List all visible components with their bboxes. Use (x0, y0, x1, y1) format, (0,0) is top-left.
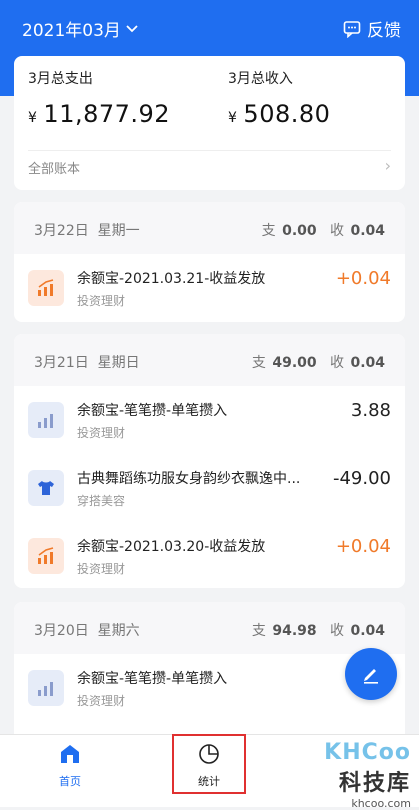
transaction-amount: -49.00 (332, 468, 391, 489)
day-date: 3月21日 星期日 (34, 355, 140, 371)
transaction-amount: +0.04 (335, 536, 391, 557)
transaction-category: 投资理财 (77, 694, 126, 708)
transaction-name: 余额宝-笔笔攒-单笔攒入 (77, 403, 228, 419)
watermark-name: 科技库 (338, 771, 411, 796)
transaction-category: 投资理财 (77, 294, 126, 308)
transaction-row[interactable]: 余额宝-2021.03.21-收益发放 投资理财 +0.04 (14, 254, 405, 322)
chart-up-icon (28, 538, 64, 574)
transaction-row[interactable]: 余额宝-笔笔攒-单笔攒入 投资理财 3.88 (14, 386, 405, 454)
income-label: 3月总收入 (228, 71, 293, 87)
month-label: 2021年03月 (22, 21, 121, 41)
expense-label: 3月总支出 (28, 71, 93, 87)
divider (28, 150, 391, 151)
day-header: 3月22日 星期一 支 0.00 收 0.04 (14, 202, 405, 254)
feedback-label: 反馈 (367, 21, 401, 41)
watermark: KHCoo 科技库 khcoo.com (324, 740, 411, 810)
transaction-category: 投资理财 (77, 562, 126, 576)
day-totals: 支 0.00 收 0.04 (261, 223, 385, 239)
transaction-name: 余额宝-2021.03.20-收益发放 (77, 539, 266, 555)
highlight-box (172, 734, 246, 794)
all-books-link[interactable]: 全部账本 (28, 158, 80, 177)
transaction-amount: +0.04 (335, 268, 391, 289)
day-totals: 支 94.98 收 0.04 (251, 623, 385, 639)
watermark-logo: KHCoo (324, 740, 411, 765)
day-group: 3月22日 星期一 支 0.00 收 0.04 余额宝-2021.03.21-收… (14, 202, 405, 322)
day-header: 3月21日 星期日 支 49.00 收 0.04 (14, 334, 405, 386)
transaction-name: 古典舞蹈练功服女身韵纱衣飘逸中... (77, 471, 301, 487)
income-summary: 3月总收入 ¥508.80 (228, 68, 330, 128)
pencil-icon (364, 669, 378, 684)
day-date: 3月20日 星期六 (34, 623, 140, 639)
tab-home[interactable]: 首页 (40, 743, 100, 789)
expense-value: 11,877.92 (43, 100, 171, 128)
transaction-amount: 3.88 (350, 400, 391, 421)
day-group: 3月21日 星期日 支 49.00 收 0.04 余额宝-笔笔攒-单笔攒入 投资… (14, 334, 405, 588)
expense-currency: ¥ (28, 110, 38, 126)
watermark-url: khcoo.com (351, 797, 411, 810)
chevron-down-icon (126, 24, 138, 32)
day-header: 3月20日 星期六 支 94.98 收 0.04 (14, 602, 405, 654)
feedback-button[interactable]: 反馈 (343, 16, 401, 41)
shirt-icon (28, 470, 64, 506)
month-selector[interactable]: 2021年03月 (22, 16, 139, 41)
expense-summary: 3月总支出 ¥11,877.92 (28, 68, 170, 128)
transaction-name: 余额宝-2021.03.21-收益发放 (77, 271, 266, 287)
chart-up-icon (28, 270, 64, 306)
transaction-row[interactable]: 余额宝-2021.03.20-收益发放 投资理财 +0.04 (14, 522, 405, 588)
transaction-name: 余额宝-笔笔攒-单笔攒入 (77, 671, 228, 687)
transaction-category: 穿搭美容 (77, 494, 126, 508)
monthly-summary-card: 3月总支出 ¥11,877.92 3月总收入 ¥508.80 全部账本 › (14, 56, 405, 190)
transaction-category: 投资理财 (77, 426, 126, 440)
tab-home-label: 首页 (59, 775, 81, 788)
home-icon (61, 745, 79, 763)
day-date: 3月22日 星期一 (34, 223, 140, 239)
expense-value-row: ¥11,877.92 (28, 100, 170, 128)
transaction-row[interactable]: 古典舞蹈练功服女身韵纱衣飘逸中... 穿搭美容 -49.00 (14, 454, 405, 522)
add-record-button[interactable] (345, 648, 397, 700)
bar-chart-icon (28, 670, 64, 706)
day-totals: 支 49.00 收 0.04 (251, 355, 385, 371)
chat-icon (343, 20, 361, 38)
bar-chart-icon (28, 402, 64, 438)
income-value: 508.80 (243, 100, 331, 128)
income-currency: ¥ (228, 110, 238, 126)
chevron-right-icon[interactable]: › (385, 156, 391, 175)
income-value-row: ¥508.80 (228, 100, 330, 128)
